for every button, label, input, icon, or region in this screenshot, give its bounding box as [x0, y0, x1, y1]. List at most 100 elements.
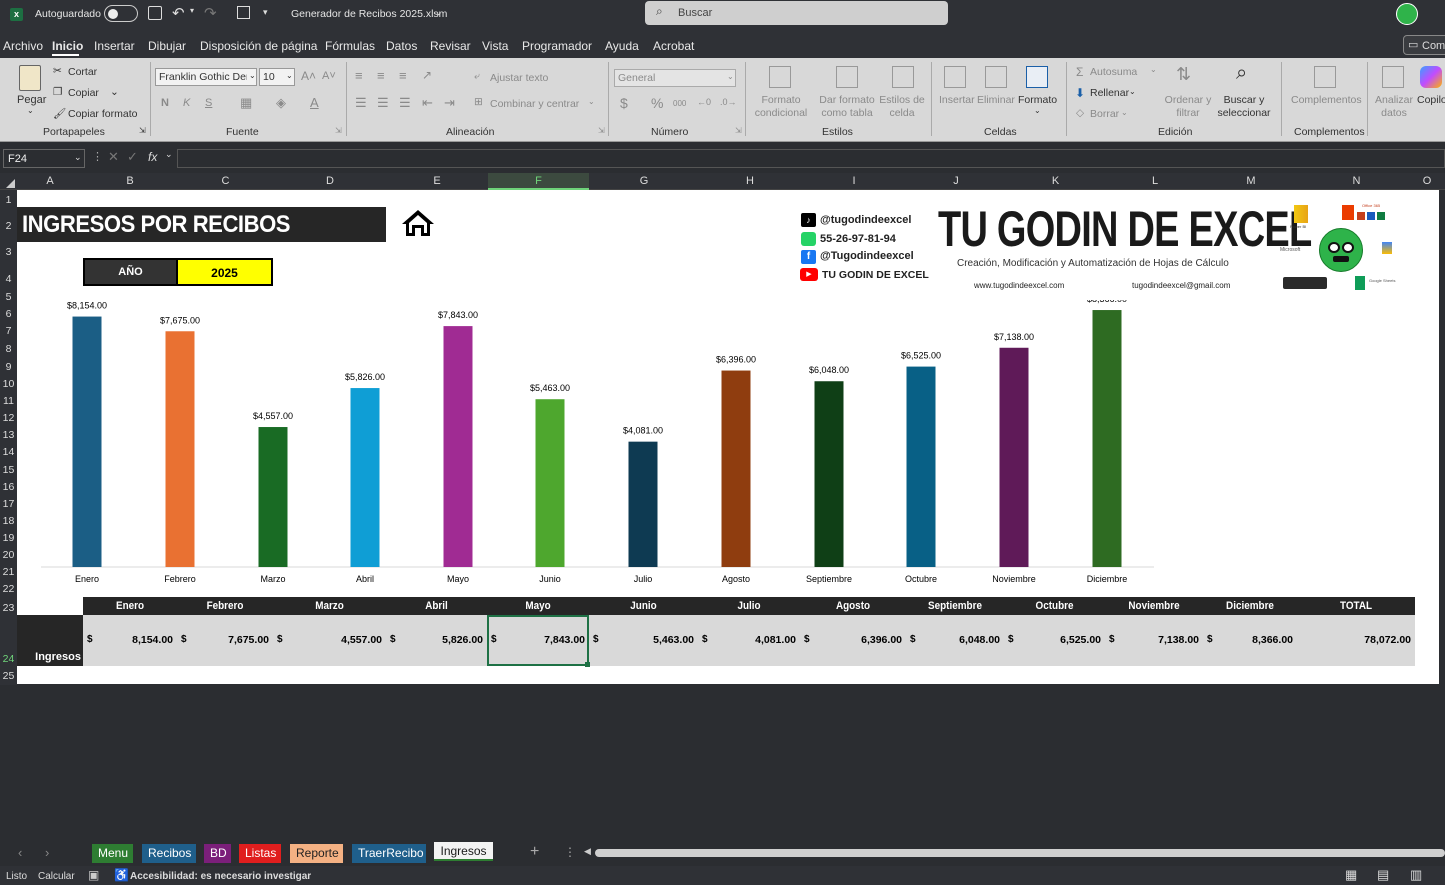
- cancel-icon[interactable]: ✕: [108, 149, 119, 165]
- addins-button[interactable]: Complementos: [1291, 94, 1362, 106]
- font-color-icon[interactable]: A: [310, 95, 319, 110]
- row-header-18[interactable]: 18: [0, 515, 17, 527]
- column-header-l[interactable]: L: [1106, 175, 1204, 187]
- table-cell-value[interactable]: 78,072.00: [1297, 634, 1411, 646]
- column-header-o[interactable]: O: [1415, 175, 1439, 187]
- decrease-decimal-icon[interactable]: .0→: [720, 97, 737, 107]
- align-top-icon[interactable]: ≡: [355, 68, 363, 83]
- wrap-text-button[interactable]: Ajustar texto: [490, 72, 548, 84]
- bold-button[interactable]: N: [161, 97, 169, 109]
- decrease-font-icon[interactable]: A˅: [322, 70, 336, 82]
- scroll-right-icon[interactable]: ›: [45, 845, 49, 860]
- row-header-11[interactable]: 11: [0, 395, 17, 407]
- column-header-d[interactable]: D: [274, 175, 386, 187]
- column-header-a[interactable]: A: [17, 175, 83, 187]
- row-header-10[interactable]: 10: [0, 378, 17, 390]
- page-break-icon[interactable]: ▥: [1410, 867, 1422, 883]
- row-header-3[interactable]: 3: [0, 246, 17, 258]
- file-name[interactable]: Generador de Recibos 2025.xlsm: [291, 8, 447, 20]
- cell-styles-button[interactable]: Estilos de celda: [877, 94, 927, 120]
- menu-insertar[interactable]: Insertar: [94, 39, 135, 53]
- align-right-icon[interactable]: ☰: [399, 95, 411, 111]
- table-cell-value[interactable]: 4,081.00: [698, 634, 796, 646]
- row-header-6[interactable]: 6: [0, 308, 17, 320]
- menu-inicio[interactable]: Inicio: [52, 39, 83, 53]
- table-cell-value[interactable]: 8,366.00: [1203, 634, 1293, 646]
- row-header-4[interactable]: 4: [0, 273, 17, 285]
- chevron-down-icon[interactable]: ⌄: [1129, 87, 1136, 96]
- column-header-g[interactable]: G: [589, 175, 699, 187]
- row-header-20[interactable]: 20: [0, 549, 17, 561]
- row-header-14[interactable]: 14: [0, 446, 17, 458]
- format-painter-button[interactable]: Copiar formato: [68, 108, 137, 120]
- menu-dibujar[interactable]: Dibujar: [148, 39, 186, 53]
- currency-icon[interactable]: $: [620, 95, 628, 111]
- column-header-h[interactable]: H: [699, 175, 801, 187]
- scroll-left-icon[interactable]: ‹: [18, 845, 22, 860]
- chevron-down-icon[interactable]: ⌄: [588, 97, 595, 106]
- name-box[interactable]: F24 ⌄: [3, 149, 85, 168]
- insert-function-button[interactable]: fx: [148, 150, 157, 164]
- font-launcher-icon[interactable]: ⇲: [335, 126, 342, 135]
- font-name-select[interactable]: Franklin Gothic Dem ⌄: [155, 68, 257, 86]
- menu-archivo[interactable]: Archivo: [3, 39, 43, 53]
- column-header-c[interactable]: C: [177, 175, 274, 187]
- form-icon[interactable]: [237, 6, 250, 19]
- row-header-9[interactable]: 9: [0, 361, 17, 373]
- align-center-icon[interactable]: ☰: [377, 95, 389, 111]
- chevron-down-icon[interactable]: ⌄: [435, 7, 443, 18]
- macro-record-icon[interactable]: ▣: [88, 868, 99, 882]
- hscroll-left-icon[interactable]: ◀: [584, 846, 591, 857]
- table-cell-value[interactable]: 5,463.00: [589, 634, 694, 646]
- italic-button[interactable]: K: [183, 97, 190, 109]
- fill-handle[interactable]: [585, 662, 590, 667]
- menu-vista[interactable]: Vista: [482, 39, 508, 53]
- table-cell-value[interactable]: 4,557.00: [273, 634, 382, 646]
- increase-font-icon[interactable]: A˄: [301, 69, 316, 83]
- delete-cells-button[interactable]: Eliminar: [977, 94, 1015, 106]
- column-header-i[interactable]: I: [801, 175, 907, 187]
- horizontal-scrollbar[interactable]: [595, 849, 1445, 857]
- undo-dropdown-icon[interactable]: ▾: [190, 6, 194, 15]
- add-sheet-icon[interactable]: +: [530, 843, 539, 861]
- row-header-2[interactable]: 2: [0, 220, 17, 232]
- home-icon[interactable]: [401, 208, 435, 238]
- autosave-toggle[interactable]: [104, 5, 138, 22]
- font-size-select[interactable]: 10 ⌄: [259, 68, 295, 86]
- column-header-m[interactable]: M: [1204, 175, 1298, 187]
- number-launcher-icon[interactable]: ⇲: [735, 126, 742, 135]
- format-table-button[interactable]: Dar formato como tabla: [816, 94, 878, 120]
- copy-dropdown-icon[interactable]: ⌄: [110, 86, 119, 98]
- sheet-tab-bd[interactable]: BD: [204, 844, 231, 863]
- row-header-19[interactable]: 19: [0, 532, 17, 544]
- menu-formulas[interactable]: Fórmulas: [325, 39, 375, 53]
- chevron-down-icon[interactable]: ⌄: [1121, 108, 1128, 117]
- paste-button[interactable]: Pegar: [17, 94, 46, 106]
- more-options-icon[interactable]: ⋮: [564, 845, 576, 859]
- user-avatar[interactable]: [1396, 3, 1418, 25]
- select-all-button[interactable]: [0, 173, 17, 190]
- column-header-b[interactable]: B: [83, 175, 177, 187]
- menu-datos[interactable]: Datos: [386, 39, 417, 53]
- find-select-button[interactable]: Buscar y seleccionar: [1212, 94, 1276, 120]
- table-cell-value[interactable]: 7,138.00: [1105, 634, 1199, 646]
- cut-button[interactable]: Cortar: [68, 66, 97, 78]
- orientation-icon[interactable]: ↗: [422, 68, 432, 82]
- search-box[interactable]: ⌕ Buscar: [645, 1, 948, 25]
- table-cell-value[interactable]: 6,396.00: [800, 634, 902, 646]
- year-value[interactable]: 2025: [176, 266, 273, 280]
- sheet-tab-recibos[interactable]: Recibos: [142, 844, 196, 863]
- redo-icon[interactable]: ↷: [204, 4, 217, 22]
- column-header-f[interactable]: F: [488, 173, 589, 188]
- column-header-n[interactable]: N: [1298, 175, 1415, 187]
- autosum-button[interactable]: Autosuma: [1090, 66, 1137, 78]
- paste-dropdown-icon[interactable]: ⌄: [27, 106, 34, 115]
- sheet-tab-listas[interactable]: Listas: [239, 844, 281, 863]
- increase-decimal-icon[interactable]: ←0: [697, 97, 711, 107]
- save-icon[interactable]: [148, 6, 162, 20]
- menu-ayuda[interactable]: Ayuda: [605, 39, 639, 53]
- row-header-5[interactable]: 5: [0, 291, 17, 303]
- row-header-12[interactable]: 12: [0, 412, 17, 424]
- status-calculate[interactable]: Calcular: [38, 871, 75, 882]
- copilot-button[interactable]: Copilo: [1417, 94, 1445, 106]
